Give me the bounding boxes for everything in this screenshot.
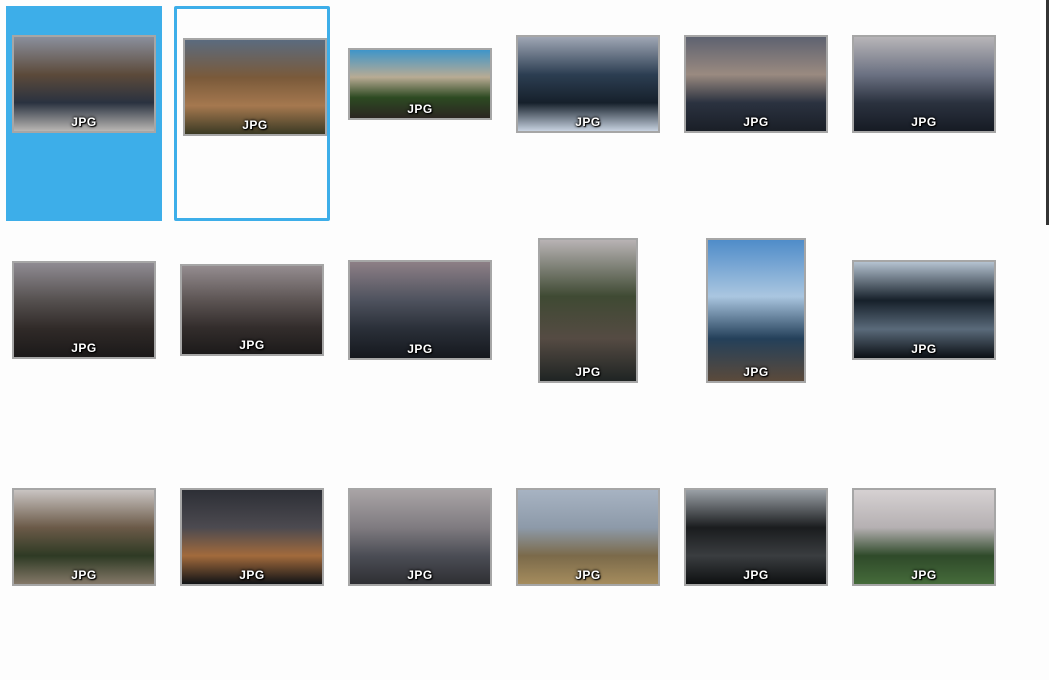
thumbnail-image: JPG bbox=[348, 260, 492, 360]
file-type-badge: JPG bbox=[242, 118, 268, 132]
thumbnail-image: JPG bbox=[12, 261, 156, 359]
thumbnail-item[interactable]: JPG bbox=[846, 235, 1002, 450]
thumbnail-item[interactable]: JPG bbox=[678, 6, 834, 221]
thumbnail-item[interactable]: JPG bbox=[846, 6, 1002, 221]
file-type-badge: JPG bbox=[743, 568, 769, 582]
thumbnail-item[interactable]: JPG bbox=[510, 6, 666, 221]
file-type-badge: JPG bbox=[575, 115, 601, 129]
thumbnail-image: JPG bbox=[348, 488, 492, 586]
thumbnail-item[interactable]: JPG bbox=[342, 465, 498, 680]
thumbnail-image: JPG bbox=[516, 488, 660, 586]
file-type-badge: JPG bbox=[407, 342, 433, 356]
thumbnail-item[interactable]: JPG bbox=[510, 235, 666, 450]
file-type-badge: JPG bbox=[911, 115, 937, 129]
file-type-badge: JPG bbox=[407, 568, 433, 582]
file-type-badge: JPG bbox=[239, 338, 265, 352]
thumbnail-item[interactable]: JPG bbox=[6, 6, 162, 221]
thumbnail-image: JPG bbox=[538, 238, 638, 383]
file-type-badge: JPG bbox=[575, 568, 601, 582]
thumbnail-item[interactable]: JPG bbox=[846, 465, 1002, 680]
thumbnail-image: JPG bbox=[706, 238, 806, 383]
thumbnail-image: JPG bbox=[180, 264, 324, 356]
thumbnail-item[interactable]: JPG bbox=[678, 465, 834, 680]
file-type-badge: JPG bbox=[743, 365, 769, 379]
thumbnail-item[interactable]: JPG bbox=[6, 465, 162, 680]
file-type-badge: JPG bbox=[743, 115, 769, 129]
file-type-badge: JPG bbox=[71, 341, 97, 355]
file-type-badge: JPG bbox=[575, 365, 601, 379]
thumbnail-item[interactable]: JPG bbox=[342, 6, 498, 221]
thumbnail-image: JPG bbox=[12, 35, 156, 133]
thumbnail-item[interactable]: JPG bbox=[6, 235, 162, 450]
thumbnail-image: JPG bbox=[180, 488, 324, 586]
file-type-badge: JPG bbox=[911, 568, 937, 582]
file-type-badge: JPG bbox=[239, 568, 265, 582]
thumbnail-item[interactable]: JPG bbox=[174, 465, 330, 680]
thumbnail-grid: JPG JPG JPG JPG JPG JPG JPG JPG JPG JPG JPG JPG JPG J… bbox=[0, 0, 1045, 651]
thumbnail-image: JPG bbox=[183, 38, 327, 136]
thumbnail-item[interactable]: JPG bbox=[342, 235, 498, 450]
file-type-badge: JPG bbox=[71, 568, 97, 582]
thumbnail-image: JPG bbox=[684, 35, 828, 133]
thumbnail-image: JPG bbox=[852, 260, 996, 360]
thumbnail-image: JPG bbox=[852, 35, 996, 133]
thumbnail-item[interactable]: JPG bbox=[174, 235, 330, 450]
file-type-badge: JPG bbox=[71, 115, 97, 129]
thumbnail-image: JPG bbox=[12, 488, 156, 586]
thumbnail-item[interactable]: JPG bbox=[510, 465, 666, 680]
thumbnail-item[interactable]: JPG bbox=[174, 6, 330, 221]
thumbnail-image: JPG bbox=[852, 488, 996, 586]
thumbnail-item[interactable]: JPG bbox=[678, 235, 834, 450]
file-type-badge: JPG bbox=[407, 102, 433, 116]
thumbnail-image: JPG bbox=[348, 48, 492, 120]
file-type-badge: JPG bbox=[911, 342, 937, 356]
thumbnail-image: JPG bbox=[684, 488, 828, 586]
thumbnail-image: JPG bbox=[516, 35, 660, 133]
